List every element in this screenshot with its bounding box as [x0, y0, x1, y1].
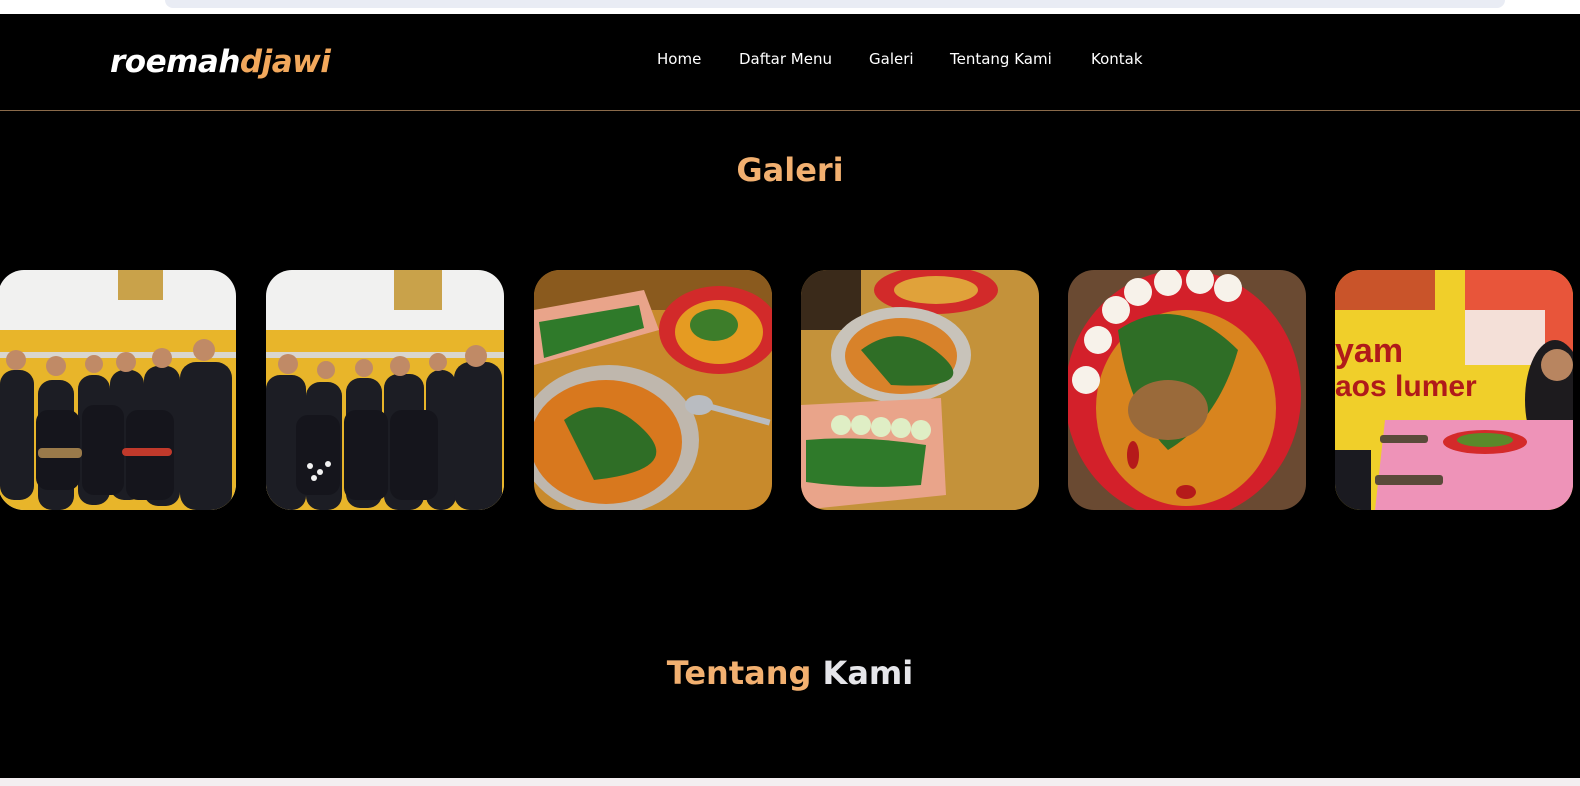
bottom-edge	[0, 778, 1580, 786]
banner-text-1: yam	[1335, 332, 1403, 370]
main-nav: Home Daftar Menu Galeri Tentang Kami Kon…	[0, 48, 1580, 72]
nav-home[interactable]: Home	[657, 48, 701, 70]
gallery-image-food-1[interactable]	[534, 270, 772, 510]
browser-toolbar-strip	[0, 0, 1580, 14]
nav-daftar-menu[interactable]: Daftar Menu	[739, 48, 832, 70]
nav-kontak[interactable]: Kontak	[1091, 48, 1143, 70]
gallery-image-group-2[interactable]	[266, 270, 504, 510]
nav-tentang-kami[interactable]: Tentang Kami	[950, 48, 1052, 70]
about-title-part1: Tentang	[666, 654, 812, 692]
banner-text-2: aos lumer	[1335, 370, 1477, 403]
gallery-title: Galeri	[736, 151, 844, 189]
gallery-image-food-3[interactable]	[1068, 270, 1306, 510]
navbar: roemahdjawi Home Daftar Menu Galeri Tent…	[0, 14, 1580, 111]
nav-galeri[interactable]: Galeri	[869, 48, 914, 70]
gallery-image-banner[interactable]: yam aos lumer	[1335, 270, 1573, 510]
gallery-image-group-1[interactable]	[0, 270, 236, 510]
address-bar-edge	[165, 0, 1505, 8]
about-title: Tentang Kami	[0, 653, 1580, 693]
about-title-part2: Kami	[822, 654, 914, 692]
gallery-strip: yam aos lumer	[0, 270, 1580, 510]
gallery-image-food-2[interactable]	[801, 270, 1039, 510]
